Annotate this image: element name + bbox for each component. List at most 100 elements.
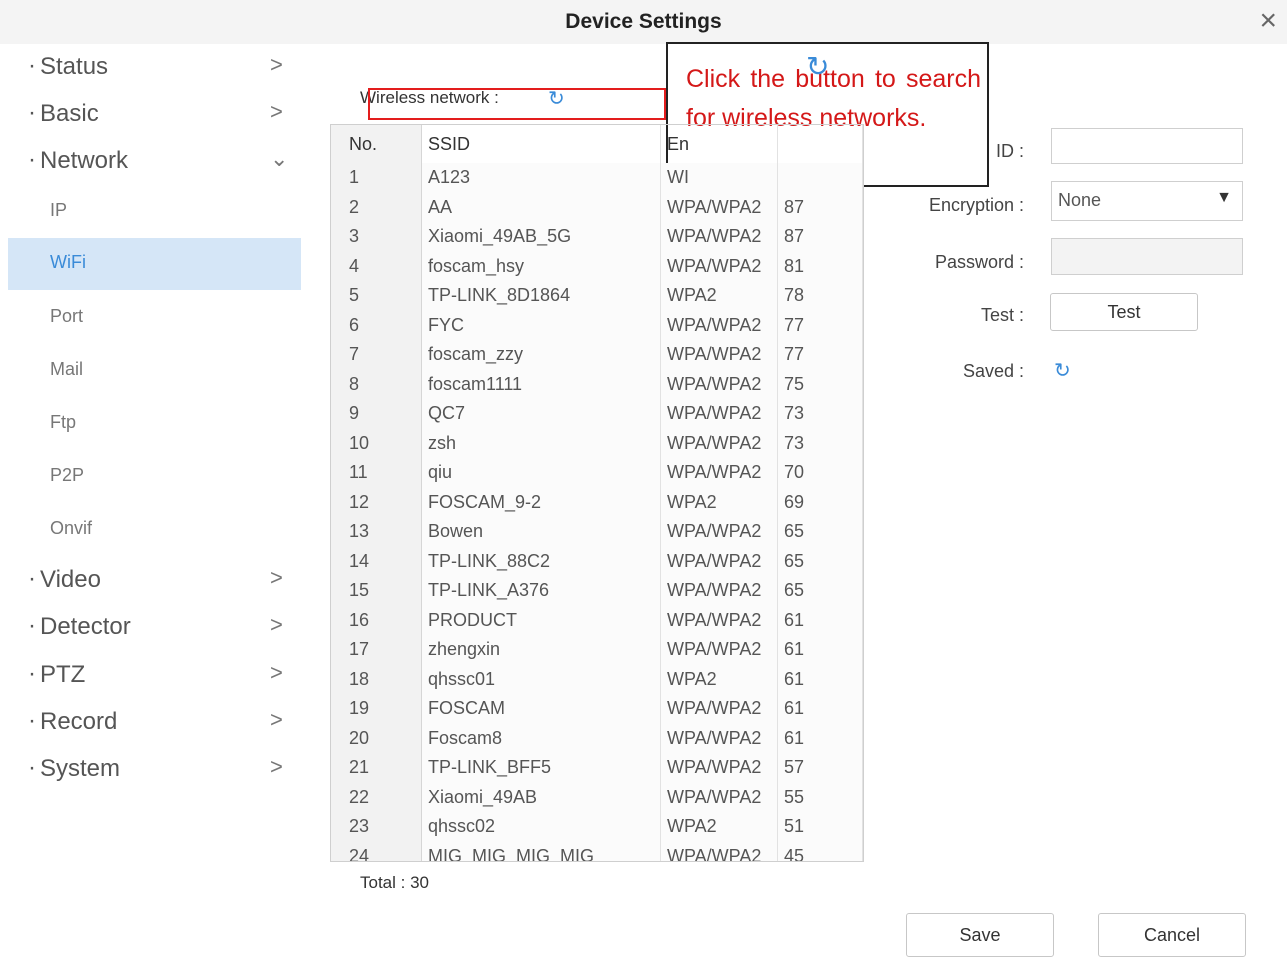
ssid-cell: FYC <box>421 310 661 340</box>
table-row[interactable]: 24 MIG_MIG_MIG_MIG WPA/WPA2 45 <box>331 841 863 861</box>
encryption-cell: WPA/WPA2 <box>660 782 778 812</box>
chevron-right-icon: > <box>270 707 283 732</box>
ssid-cell: TP-LINK_A376 <box>421 576 661 606</box>
table-row[interactable]: 4 foscam_hsy WPA/WPA2 81 <box>331 251 863 281</box>
sidebar-subitem-label: Port <box>50 306 84 326</box>
save-button[interactable]: Save <box>906 913 1054 957</box>
table-row[interactable]: 8 foscam1111 WPA/WPA2 75 <box>331 369 863 399</box>
table-row[interactable]: 9 QC7 WPA/WPA2 73 <box>331 399 863 429</box>
row-number: 6 <box>331 310 422 340</box>
encryption-cell: WPA/WPA2 <box>660 517 778 547</box>
table-row[interactable]: 23 qhssc02 WPA2 51 <box>331 812 863 842</box>
chevron-right-icon: > <box>270 612 283 637</box>
sidebar-subitem-p2p[interactable]: P2P <box>8 451 301 503</box>
bullet-icon: · <box>28 754 36 781</box>
signal-cell: 70 <box>777 458 863 488</box>
sidebar-item-status[interactable]: · Status > <box>8 44 301 90</box>
bullet-icon: · <box>28 99 36 126</box>
sidebar-subitem-wifi[interactable]: WiFi <box>8 238 301 290</box>
sidebar-subitem-mail[interactable]: Mail <box>8 345 301 397</box>
sidebar-item-network[interactable]: · Network ⌄ <box>8 138 301 184</box>
sidebar-subitem-ftp[interactable]: Ftp <box>8 398 301 450</box>
encryption-cell: WPA/WPA2 <box>660 694 778 724</box>
signal-cell: 65 <box>777 546 863 576</box>
sidebar-subitem-port[interactable]: Port <box>8 292 301 344</box>
signal-cell: 81 <box>777 251 863 281</box>
bullet-icon: · <box>28 565 36 592</box>
sidebar-item-ptz[interactable]: · PTZ > <box>8 652 301 698</box>
table-row[interactable]: 2 AA WPA/WPA2 87 <box>331 192 863 222</box>
chevron-right-icon: > <box>270 660 283 685</box>
row-number: 2 <box>331 192 422 222</box>
ssid-cell: Bowen <box>421 517 661 547</box>
encryption-cell: WPA/WPA2 <box>660 458 778 488</box>
table-row[interactable]: 13 Bowen WPA/WPA2 65 <box>331 517 863 547</box>
sidebar-item-system[interactable]: · System > <box>8 746 301 792</box>
sidebar-item-basic[interactable]: · Basic > <box>8 91 301 137</box>
table-row[interactable]: 1 A123 WI <box>331 163 863 193</box>
table-row[interactable]: 18 qhssc01 WPA2 61 <box>331 664 863 694</box>
encryption-cell: WPA/WPA2 <box>660 399 778 429</box>
table-row[interactable]: 10 zsh WPA/WPA2 73 <box>331 428 863 458</box>
sidebar-item-record[interactable]: · Record > <box>8 699 301 745</box>
ssid-cell: zhengxin <box>421 635 661 665</box>
table-row[interactable]: 6 FYC WPA/WPA2 77 <box>331 310 863 340</box>
row-number: 14 <box>331 546 422 576</box>
row-number: 24 <box>331 841 422 861</box>
encryption-select[interactable]: None ▼ <box>1051 181 1243 221</box>
table-row[interactable]: 22 Xiaomi_49AB WPA/WPA2 55 <box>331 782 863 812</box>
table-row[interactable]: 19 FOSCAM WPA/WPA2 61 <box>331 694 863 724</box>
table-row[interactable]: 12 FOSCAM_9-2 WPA2 69 <box>331 487 863 517</box>
table-row[interactable]: 14 TP-LINK_88C2 WPA/WPA2 65 <box>331 546 863 576</box>
encryption-cell: WPA2 <box>660 281 778 311</box>
chevron-right-icon: > <box>270 754 283 779</box>
table-row[interactable]: 7 foscam_zzy WPA/WPA2 77 <box>331 340 863 370</box>
table-row[interactable]: 15 TP-LINK_A376 WPA/WPA2 65 <box>331 576 863 606</box>
table-row[interactable]: 11 qiu WPA/WPA2 70 <box>331 458 863 488</box>
wifi-network-table[interactable]: No. SSID En 1 A123 WI 2 AA WPA/WPA2 87 3 Xiaomi_… <box>330 124 864 862</box>
chevron-right-icon: > <box>270 52 283 77</box>
encryption-cell: WPA/WPA2 <box>660 251 778 281</box>
table-row[interactable]: 21 TP-LINK_BFF5 WPA/WPA2 57 <box>331 753 863 783</box>
signal-cell <box>777 163 863 193</box>
row-number: 22 <box>331 782 422 812</box>
row-number: 21 <box>331 753 422 783</box>
ssid-cell: FOSCAM_9-2 <box>421 487 661 517</box>
encryption-cell: WPA/WPA2 <box>660 369 778 399</box>
table-row[interactable]: 16 PRODUCT WPA/WPA2 61 <box>331 605 863 635</box>
sidebar-item-video[interactable]: · Video > <box>8 557 301 603</box>
signal-cell: 73 <box>777 399 863 429</box>
table-row[interactable]: 17 zhengxin WPA/WPA2 61 <box>331 635 863 665</box>
test-button[interactable]: Test <box>1050 293 1198 331</box>
table-row[interactable]: 5 TP-LINK_8D1864 WPA2 78 <box>331 281 863 311</box>
password-input[interactable] <box>1051 238 1243 275</box>
sidebar-item-label: PTZ <box>40 661 86 688</box>
bullet-icon: · <box>28 52 36 79</box>
sidebar-subitem-onvif[interactable]: Onvif <box>8 504 301 556</box>
chevron-down-icon: ⌄ <box>270 146 289 171</box>
table-row[interactable]: 20 Foscam8 WPA/WPA2 61 <box>331 723 863 753</box>
signal-cell: 69 <box>777 487 863 517</box>
chevron-right-icon: > <box>270 99 283 124</box>
sidebar-subitem-label: Ftp <box>50 412 77 432</box>
ssid-cell: Foscam8 <box>421 723 661 753</box>
ssid-cell: AA <box>421 192 661 222</box>
cancel-button[interactable]: Cancel <box>1098 913 1246 957</box>
encryption-value: None <box>1058 190 1102 210</box>
row-number: 11 <box>331 458 422 488</box>
sidebar-item-label: Basic <box>40 100 99 127</box>
signal-cell: 61 <box>777 635 863 665</box>
sidebar-item-detector[interactable]: · Detector > <box>8 604 301 650</box>
row-number: 20 <box>331 723 422 753</box>
encryption-cell: WPA/WPA2 <box>660 222 778 252</box>
ssid-cell: qhssc01 <box>421 664 661 694</box>
ssid-cell: TP-LINK_8D1864 <box>421 281 661 311</box>
sidebar-subitem-label: P2P <box>50 465 85 485</box>
signal-cell: 61 <box>777 664 863 694</box>
close-icon[interactable]: × <box>1259 4 1277 38</box>
sidebar-subitem-ip[interactable]: IP <box>8 186 301 238</box>
encryption-label: Encryption : <box>928 195 1024 215</box>
ssid-cell: Xiaomi_49AB_5G <box>421 222 661 252</box>
table-row[interactable]: 3 Xiaomi_49AB_5G WPA/WPA2 87 <box>331 222 863 252</box>
ssid-input[interactable] <box>1051 128 1243 164</box>
